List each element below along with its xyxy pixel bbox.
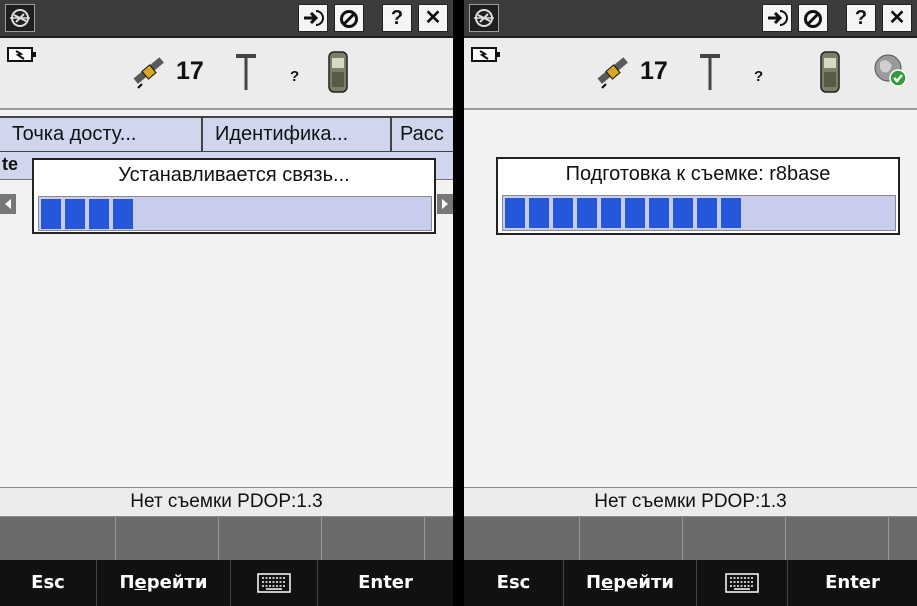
esc-button[interactable]: Esc — [0, 560, 97, 606]
column-header-point[interactable]: Точка досту... — [0, 118, 203, 152]
rover-pole-icon[interactable] — [233, 52, 259, 97]
status-bar: 17 ? — [0, 38, 453, 110]
survey-status-text: Нет съемки PDOP:1.3 — [0, 487, 453, 517]
scroll-left-arrow-icon[interactable] — [0, 194, 16, 214]
softkey-4[interactable] — [786, 517, 889, 560]
trimble-logo-icon[interactable] — [469, 4, 499, 32]
keyboard-icon — [725, 573, 759, 593]
dialog-title: Устанавливается связь... — [118, 164, 350, 186]
internet-connected-icon[interactable] — [872, 52, 908, 93]
table-header: Точка досту... Идентифика... Расс — [0, 116, 453, 152]
progress-segment — [89, 199, 109, 229]
esc-button[interactable]: Esc — [464, 560, 564, 606]
softkey-1[interactable] — [464, 517, 580, 560]
row-cell: te — [2, 154, 19, 174]
progress-segment — [529, 198, 549, 228]
column-header-distance[interactable]: Расс — [392, 118, 453, 152]
satellite-icon[interactable] — [592, 52, 634, 97]
progress-segment — [65, 199, 85, 229]
enter-button[interactable]: Enter — [318, 560, 453, 606]
progress-segment — [553, 198, 573, 228]
progress-bar — [38, 196, 432, 231]
progress-segment — [673, 198, 693, 228]
login-icon[interactable] — [298, 4, 328, 32]
battery-icon[interactable] — [6, 46, 38, 69]
login-icon[interactable] — [762, 4, 792, 32]
progress-segment — [721, 198, 741, 228]
satellite-icon[interactable] — [128, 52, 170, 97]
goto-button[interactable]: Перейти — [97, 560, 231, 606]
softkey-2[interactable] — [580, 517, 683, 560]
keyboard-button[interactable] — [697, 560, 788, 606]
stop-icon[interactable] — [334, 4, 364, 32]
satellite-count[interactable]: 17 — [640, 57, 668, 86]
title-bar: ? ✕ — [0, 0, 453, 38]
keyboard-button[interactable] — [231, 560, 318, 606]
trimble-logo-icon[interactable] — [5, 4, 35, 32]
softkey-4[interactable] — [322, 517, 425, 560]
satellite-count[interactable]: 17 — [176, 57, 204, 86]
goto-button[interactable]: Перейти — [564, 560, 697, 606]
status-bar: 17 ? — [464, 38, 917, 110]
column-header-id[interactable]: Идентифика... — [203, 118, 392, 152]
help-button[interactable]: ? — [846, 4, 876, 32]
dialog-title: Подготовка к съемке: r8base — [565, 163, 831, 185]
progress-segment — [505, 198, 525, 228]
title-bar: ? ✕ — [464, 0, 917, 38]
keyboard-icon — [257, 573, 291, 593]
survey-status-text: Нет съемки PDOP:1.3 — [464, 487, 917, 517]
stop-icon[interactable] — [798, 4, 828, 32]
screen-right: ? ✕ 17 ? Подготовка к съемке: r8base Нет… — [464, 0, 917, 606]
close-button[interactable]: ✕ — [418, 4, 448, 32]
radio-status-indicator[interactable]: ? — [754, 68, 763, 85]
enter-button[interactable]: Enter — [788, 560, 917, 606]
screen-left: ? ✕ 17 ? Точка досту... Идентифика... Ра… — [0, 0, 453, 606]
progress-segment — [577, 198, 597, 228]
progress-segment — [41, 199, 61, 229]
progress-segment — [649, 198, 669, 228]
connecting-dialog: Устанавливается связь... — [32, 158, 436, 234]
softkey-1[interactable] — [0, 517, 116, 560]
progress-segment — [697, 198, 717, 228]
softkey-bar — [0, 517, 453, 560]
softkey-3[interactable] — [219, 517, 322, 560]
radio-status-indicator[interactable]: ? — [290, 68, 299, 85]
progress-segment — [601, 198, 621, 228]
rover-pole-icon[interactable] — [697, 52, 723, 97]
scroll-right-arrow-icon[interactable] — [437, 194, 453, 214]
key-bar: Esc Перейти Enter — [0, 560, 453, 606]
softkey-3[interactable] — [683, 517, 786, 560]
progress-segment — [625, 198, 645, 228]
receiver-icon[interactable] — [326, 50, 350, 99]
progress-segment — [113, 199, 133, 229]
survey-prep-dialog: Подготовка к съемке: r8base — [496, 157, 900, 235]
softkey-2[interactable] — [116, 517, 219, 560]
softkey-bar — [464, 517, 917, 560]
key-bar: Esc Перейти Enter — [464, 560, 917, 606]
battery-icon[interactable] — [470, 46, 502, 69]
receiver-icon[interactable] — [818, 50, 842, 99]
progress-bar — [502, 195, 896, 231]
help-button[interactable]: ? — [382, 4, 412, 32]
close-button[interactable]: ✕ — [882, 4, 912, 32]
